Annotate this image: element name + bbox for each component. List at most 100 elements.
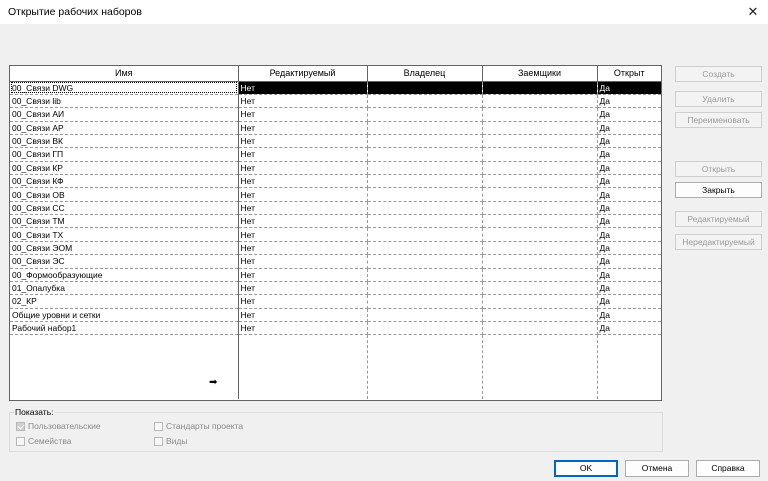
borrowers-cell[interactable] xyxy=(482,107,598,122)
owner-cell[interactable] xyxy=(367,161,483,176)
editable-cell[interactable]: Нет xyxy=(238,161,368,176)
workset-name-cell[interactable]: 00_Связи ВК xyxy=(10,134,239,149)
close-icon[interactable]: ✕ xyxy=(744,3,762,21)
editable-cell[interactable]: Нет xyxy=(238,241,368,256)
workset-name-cell[interactable]: 00_Связи ГП xyxy=(10,147,239,162)
owner-cell[interactable] xyxy=(367,174,483,189)
borrowers-cell[interactable] xyxy=(482,308,598,322)
table-row[interactable]: 00_Связи АИ Нет Да xyxy=(10,107,661,122)
borrowers-cell[interactable] xyxy=(482,81,598,95)
borrowers-cell[interactable] xyxy=(482,254,598,269)
table-row[interactable]: 00_Связи КР Нет Да xyxy=(10,161,661,176)
open-cell[interactable]: Да xyxy=(597,281,661,296)
workset-name-cell[interactable]: Общие уровни и сетки xyxy=(10,308,239,322)
table-row[interactable]: 00_Связи DWG Нет Да xyxy=(10,81,661,95)
borrowers-cell[interactable] xyxy=(482,281,598,296)
borrowers-cell[interactable] xyxy=(482,201,598,216)
owner-cell[interactable] xyxy=(367,107,483,122)
table-row[interactable]: 00_Связи АР Нет Да xyxy=(10,121,661,135)
workset-name-cell[interactable]: 02_КР xyxy=(10,294,239,309)
owner-cell[interactable] xyxy=(367,321,483,336)
owner-cell[interactable] xyxy=(367,308,483,322)
ok-button[interactable]: OK xyxy=(554,460,618,477)
table-row[interactable]: 00_Связи ЭС Нет Да xyxy=(10,254,661,269)
workset-name-cell[interactable]: 00_Связи СС xyxy=(10,201,239,216)
open-cell[interactable]: Да xyxy=(597,321,661,336)
table-row[interactable]: 02_КР Нет Да xyxy=(10,294,661,309)
owner-cell[interactable] xyxy=(367,201,483,216)
borrowers-cell[interactable] xyxy=(482,161,598,176)
table-row[interactable]: Общие уровни и сетки Нет Да xyxy=(10,308,661,322)
editable-cell[interactable]: Нет xyxy=(238,254,368,269)
owner-cell[interactable] xyxy=(367,254,483,269)
borrowers-cell[interactable] xyxy=(482,294,598,309)
borrowers-cell[interactable] xyxy=(482,174,598,189)
borrowers-cell[interactable] xyxy=(482,94,598,109)
table-row[interactable]: 01_Опалубка Нет Да xyxy=(10,281,661,296)
editable-cell[interactable]: Нет xyxy=(238,227,368,242)
open-cell[interactable]: Да xyxy=(597,81,661,95)
table-row[interactable]: 00_Связи ЭОМ Нет Да xyxy=(10,241,661,256)
column-header-editable[interactable]: Редактируемый xyxy=(238,66,368,82)
editable-cell[interactable]: Нет xyxy=(238,201,368,216)
open-cell[interactable]: Да xyxy=(597,187,661,202)
borrowers-cell[interactable] xyxy=(482,321,598,336)
project-standards-checkbox[interactable]: Стандарты проекта xyxy=(154,421,243,431)
owner-cell[interactable] xyxy=(367,227,483,242)
open-button[interactable]: Открыть xyxy=(675,161,762,177)
table-row[interactable]: Рабочий набор1 Нет Да xyxy=(10,321,661,336)
workset-name-cell[interactable]: 01_Опалубка xyxy=(10,281,239,296)
borrowers-cell[interactable] xyxy=(482,227,598,242)
open-cell[interactable]: Да xyxy=(597,254,661,269)
workset-name-cell[interactable]: Рабочий набор1 xyxy=(10,321,239,336)
workset-name-cell[interactable]: 00_Связи ТМ xyxy=(10,214,239,229)
open-cell[interactable]: Да xyxy=(597,308,661,322)
non-editable-button[interactable]: Нередактируемый xyxy=(675,234,762,250)
owner-cell[interactable] xyxy=(367,214,483,229)
open-cell[interactable]: Да xyxy=(597,268,661,282)
editable-cell[interactable]: Нет xyxy=(238,121,368,135)
editable-button[interactable]: Редактируемый xyxy=(675,211,762,227)
table-row[interactable]: 00_Связи ГП Нет Да xyxy=(10,147,661,162)
borrowers-cell[interactable] xyxy=(482,134,598,149)
table-row[interactable]: 00_Связи КФ Нет Да xyxy=(10,174,661,189)
editable-cell[interactable]: Нет xyxy=(238,268,368,282)
table-row[interactable]: 00_Связи ТХ Нет Да xyxy=(10,227,661,242)
editable-cell[interactable]: Нет xyxy=(238,294,368,309)
table-row[interactable]: 00_Связи СС Нет Да xyxy=(10,201,661,216)
workset-name-cell[interactable]: 00_Связи ОВ xyxy=(10,187,239,202)
owner-cell[interactable] xyxy=(367,281,483,296)
delete-button[interactable]: Удалить xyxy=(675,91,762,107)
checkbox-icon[interactable] xyxy=(16,436,25,446)
owner-cell[interactable] xyxy=(367,134,483,149)
open-cell[interactable]: Да xyxy=(597,161,661,176)
open-cell[interactable]: Да xyxy=(597,147,661,162)
workset-name-cell[interactable]: 00_Связи АИ xyxy=(10,107,239,122)
views-checkbox[interactable]: Виды xyxy=(154,436,188,446)
editable-cell[interactable]: Нет xyxy=(238,134,368,149)
borrowers-cell[interactable] xyxy=(482,268,598,282)
editable-cell[interactable]: Нет xyxy=(238,321,368,336)
owner-cell[interactable] xyxy=(367,147,483,162)
open-cell[interactable]: Да xyxy=(597,134,661,149)
borrowers-cell[interactable] xyxy=(482,187,598,202)
workset-name-cell[interactable]: 00_Связи АР xyxy=(10,121,239,135)
column-header-name[interactable]: Имя xyxy=(10,66,239,82)
workset-name-cell[interactable]: 00_Связи ТХ xyxy=(10,227,239,242)
workset-name-cell[interactable]: 00_Связи ЭОМ xyxy=(10,241,239,256)
table-row[interactable]: 00_Связи ВК Нет Да xyxy=(10,134,661,149)
open-cell[interactable]: Да xyxy=(597,107,661,122)
borrowers-cell[interactable] xyxy=(482,147,598,162)
open-cell[interactable]: Да xyxy=(597,214,661,229)
owner-cell[interactable] xyxy=(367,268,483,282)
editable-cell[interactable]: Нет xyxy=(238,107,368,122)
owner-cell[interactable] xyxy=(367,121,483,135)
column-header-borrowers[interactable]: Заемщики xyxy=(482,66,598,82)
borrowers-cell[interactable] xyxy=(482,214,598,229)
cancel-button[interactable]: Отмена xyxy=(625,460,689,477)
close-workset-button[interactable]: Закрыть xyxy=(675,182,762,198)
open-cell[interactable]: Да xyxy=(597,294,661,309)
editable-cell[interactable]: Нет xyxy=(238,187,368,202)
open-cell[interactable]: Да xyxy=(597,241,661,256)
owner-cell[interactable] xyxy=(367,94,483,109)
